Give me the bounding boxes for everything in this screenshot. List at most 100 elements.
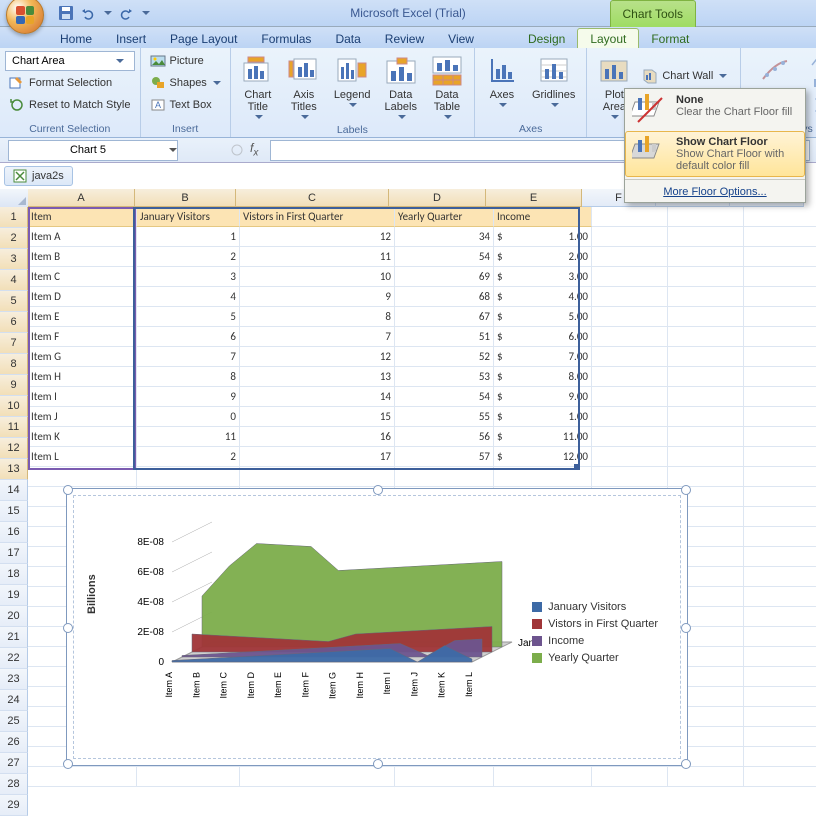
chart-wall-btn[interactable]: Chart Wall [638, 66, 735, 86]
cell[interactable] [668, 407, 744, 427]
row-header-9[interactable]: 9 [0, 375, 28, 396]
cell[interactable]: $2.00 [494, 247, 592, 267]
qat-customize[interactable] [142, 11, 150, 15]
row-header-10[interactable]: 10 [0, 396, 28, 417]
cell[interactable]: $12.00 [494, 447, 592, 467]
legend-item[interactable]: Vistors in First Quarter [532, 618, 658, 630]
col-header-C[interactable]: C [236, 189, 389, 207]
legend-item[interactable]: Yearly Quarter [532, 652, 658, 664]
cell[interactable]: 34 [395, 227, 494, 247]
cell[interactable] [744, 207, 816, 227]
cell[interactable] [744, 727, 816, 747]
lines-btn[interactable]: Line [806, 51, 816, 71]
cell[interactable] [668, 227, 744, 247]
cell[interactable]: $6.00 [494, 327, 592, 347]
cell[interactable] [744, 347, 816, 367]
cell[interactable]: 6 [137, 327, 240, 347]
cell[interactable] [744, 667, 816, 687]
legend-btn[interactable]: Legend [328, 51, 377, 123]
row-header-20[interactable]: 20 [0, 606, 28, 627]
undo-dropdown[interactable] [104, 11, 112, 15]
cell[interactable] [668, 327, 744, 347]
row-header-24[interactable]: 24 [0, 690, 28, 711]
cell[interactable]: Item I [28, 387, 137, 407]
redo-icon[interactable] [118, 5, 134, 21]
cell[interactable]: 52 [395, 347, 494, 367]
row-header-1[interactable]: 1 [0, 207, 28, 228]
cell[interactable] [668, 307, 744, 327]
cell[interactable]: Vistors in First Quarter [240, 207, 395, 227]
cell[interactable] [592, 387, 668, 407]
row-header-14[interactable]: 14 [0, 480, 28, 501]
fx-icon[interactable]: fx [250, 141, 258, 158]
cell[interactable]: $8.00 [494, 367, 592, 387]
cell[interactable]: 7 [137, 347, 240, 367]
cell[interactable]: 51 [395, 327, 494, 347]
cell[interactable]: Item H [28, 367, 137, 387]
workbook-tab[interactable]: java2s [4, 166, 73, 186]
cell[interactable] [240, 467, 395, 487]
row-header-15[interactable]: 15 [0, 501, 28, 522]
cell[interactable] [744, 527, 816, 547]
cell[interactable] [744, 547, 816, 567]
row-header-6[interactable]: 6 [0, 312, 28, 333]
row-header-19[interactable]: 19 [0, 585, 28, 606]
row-header-29[interactable]: 29 [0, 795, 28, 816]
cell[interactable]: 55 [395, 407, 494, 427]
cell[interactable] [592, 287, 668, 307]
cell[interactable]: $4.00 [494, 287, 592, 307]
cell[interactable] [744, 487, 816, 507]
row-header-2[interactable]: 2 [0, 228, 28, 249]
cell[interactable] [592, 267, 668, 287]
cell[interactable]: 9 [137, 387, 240, 407]
cell[interactable]: 2 [137, 447, 240, 467]
cell[interactable]: 14 [240, 387, 395, 407]
cell[interactable]: 2 [137, 247, 240, 267]
cell[interactable]: Item E [28, 307, 137, 327]
cell[interactable] [592, 427, 668, 447]
cell[interactable] [395, 767, 494, 787]
cell[interactable] [744, 607, 816, 627]
cell[interactable] [592, 247, 668, 267]
cell[interactable]: Income [494, 207, 592, 227]
cell[interactable]: $3.00 [494, 267, 592, 287]
cell[interactable] [668, 347, 744, 367]
tab-page-layout[interactable]: Page Layout [158, 29, 249, 48]
select-all-corner[interactable] [0, 189, 29, 208]
chart-legend[interactable]: January Visitors Vistors in First Quarter… [532, 596, 658, 669]
cell[interactable]: Item F [28, 327, 137, 347]
cell[interactable] [240, 767, 395, 787]
col-header-A[interactable]: A [28, 189, 135, 207]
cell[interactable]: 12 [240, 227, 395, 247]
cell[interactable] [668, 207, 744, 227]
cell[interactable]: $7.00 [494, 347, 592, 367]
cell[interactable]: 67 [395, 307, 494, 327]
cell[interactable] [494, 467, 592, 487]
axes-btn[interactable]: Axes [480, 51, 524, 111]
cell[interactable] [592, 367, 668, 387]
axis-titles-btn[interactable]: Axis Titles [282, 51, 326, 123]
undo-icon[interactable] [80, 5, 96, 21]
cell[interactable] [137, 767, 240, 787]
reset-style[interactable]: Reset to Match Style [5, 95, 135, 115]
cell[interactable] [592, 447, 668, 467]
cell[interactable] [592, 767, 668, 787]
cell[interactable] [744, 307, 816, 327]
plot-area[interactable]: 02E-084E-086E-088E-08Item AItem BItem CI… [102, 502, 542, 752]
cell[interactable] [668, 387, 744, 407]
insert-picture[interactable]: Picture [146, 51, 225, 71]
row-header-23[interactable]: 23 [0, 669, 28, 690]
cell[interactable] [668, 467, 744, 487]
cell[interactable] [592, 467, 668, 487]
cell[interactable]: 17 [240, 447, 395, 467]
save-icon[interactable] [58, 5, 74, 21]
legend-item[interactable]: January Visitors [532, 601, 658, 613]
cell[interactable] [592, 227, 668, 247]
data-table-btn[interactable]: Data Table [425, 51, 469, 123]
row-header-16[interactable]: 16 [0, 522, 28, 543]
cell[interactable]: 5 [137, 307, 240, 327]
cell[interactable]: 54 [395, 247, 494, 267]
cell[interactable]: 11 [240, 247, 395, 267]
error-bars-btn[interactable]: Erro [806, 95, 816, 115]
cell[interactable]: 10 [240, 267, 395, 287]
